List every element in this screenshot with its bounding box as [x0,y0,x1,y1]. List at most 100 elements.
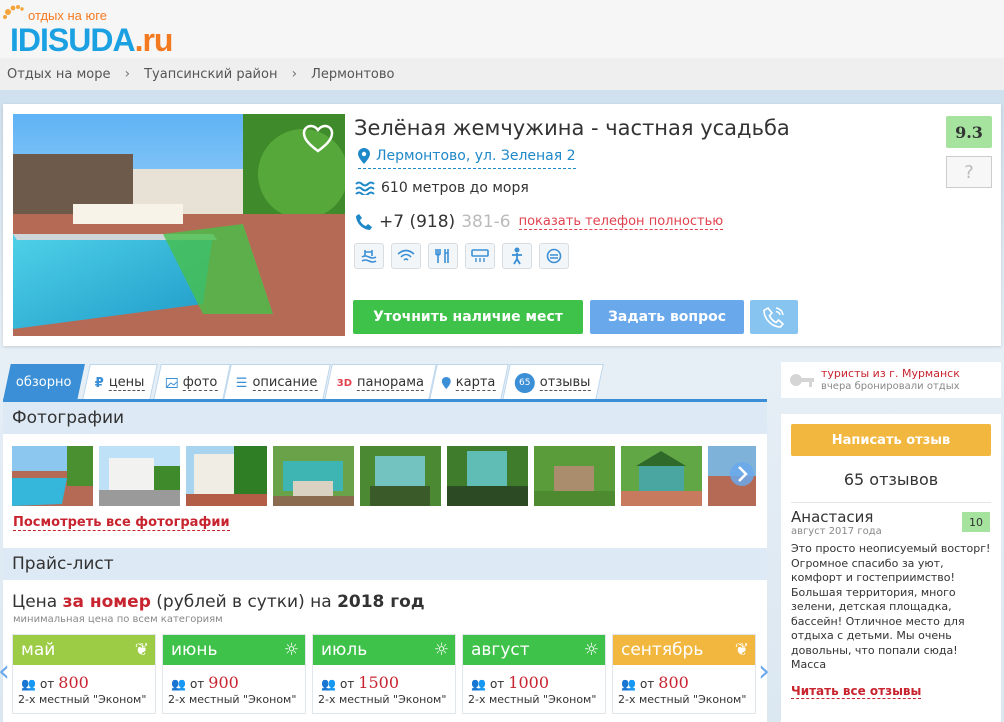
chevron-left-icon[interactable]: ‹ [0,654,10,689]
hotel-address-link[interactable]: Лермонтово, ул. Зеленая 2 [358,148,576,169]
pricelist-heading: Прайс-лист [3,548,767,580]
tab-reviews[interactable]: 65 отзывы [502,364,604,400]
list-icon: ☰ [235,375,248,390]
sun-icon: ☼ [433,640,449,660]
key-icon [790,374,814,387]
chevron-right-icon: › [291,66,298,82]
person-icon: 👥 [21,677,36,691]
photo-thumbnail[interactable] [447,446,528,506]
favorite-heart-icon[interactable] [301,122,335,156]
tab-bar: обзорно ₽ цены фото ☰ описание 3D панорама … [3,364,767,400]
food-icon[interactable] [428,243,458,269]
map-pin-icon [441,376,451,389]
month-card-june[interactable]: июнь ☼ 👥 от 900 2-х местный "Эконом" [162,634,306,714]
review-date: август 2017 года [791,526,882,537]
breadcrumb-item[interactable]: Отдых на море [7,67,111,82]
photos-heading: Фотографии [3,402,767,434]
tab-panorama[interactable]: 3D панорама [324,364,438,400]
photo-thumbnail[interactable] [360,446,441,506]
month-card-september[interactable]: сентябрь ❦ 👥 от 800 2-х местный "Эконом" [612,634,756,714]
person-icon: 👥 [471,677,486,691]
booking-notice: туристы из г. Мурманск вчера бронировали… [781,362,1001,398]
photo-thumbnail[interactable] [708,446,756,506]
reviews-panel: Написать отзыв 65 отзывов Анастасия авгу… [781,414,1001,722]
chevron-right-icon[interactable]: › [758,654,770,689]
map-pin-icon [358,148,370,164]
address-text: Лермонтово, ул. Зеленая 2 [376,148,576,164]
site-logo[interactable]: отдых на юге IDISUDA.ru [3,4,234,58]
transfer-icon[interactable] [539,243,569,269]
phone-call-icon [763,306,785,328]
show-phone-link[interactable]: показать телефон полностью [518,214,724,230]
tab-underline [3,399,767,402]
tab-photos[interactable]: фото [153,364,231,400]
waves-icon [355,181,375,195]
pricelist-title: Цена за номер (рублей в сутки) на 2018 г… [12,592,425,612]
hotel-main-photo[interactable] [13,114,345,336]
person-icon: 👥 [621,677,636,691]
month-card-may[interactable]: май ❦ 👥 от 800 2-х местный "Эконом" [12,634,156,714]
breadcrumb: Отдых на море › Туапсинский район › Лерм… [0,58,1004,90]
month-prices: май ❦ 👥 от 800 2-х местный "Эконом" июнь ☼ 👥… [12,634,756,714]
pricelist-subtitle: минимальная цена по всем категориям [13,614,223,625]
month-card-august[interactable]: август ☼ 👥 от 1000 2-х местный "Эконом" [462,634,606,714]
photo-thumbnail[interactable] [621,446,702,506]
month-card-july[interactable]: июль ☼ 👥 от 1500 2-х местный "Эконом" [312,634,456,714]
wifi-icon[interactable] [391,243,421,269]
photo-thumbnails [12,446,758,506]
sea-distance-text: 610 метров до моря [381,180,529,196]
person-icon: 👥 [171,677,186,691]
phone-icon [356,214,372,230]
rating-badge: 9.3 [946,116,992,148]
phone-number-hidden: 381-6 [461,212,511,232]
chevron-right-icon: › [124,66,131,82]
photo-thumbnail[interactable] [534,446,615,506]
write-review-button[interactable]: Написать отзыв [791,424,991,456]
reviews-count-icon: 65 [514,372,535,393]
unknown-rating-icon: ? [946,156,992,188]
review-text: Это просто неописуемый восторг! Огромное… [791,542,991,671]
photo-thumbnail[interactable] [99,446,180,506]
reviewer-name: Анастасия [791,508,874,526]
review-score-badge: 10 [962,512,990,532]
kids-icon[interactable] [502,243,532,269]
tab-description[interactable]: ☰ описание [223,364,331,400]
sea-distance: 610 метров до моря [355,180,529,196]
logo-tagline: отдых на юге [28,8,107,23]
hotel-card: Зелёная жемчужина - частная усадьба Лерм… [3,104,1001,346]
pool-photo [13,114,345,336]
tab-prices[interactable]: ₽ цены [82,364,158,400]
person-icon: 👥 [321,677,336,691]
notice-line-2: вчера бронировали отдых [821,381,960,392]
sun-icon: ☼ [583,640,599,660]
check-availability-button[interactable]: Уточнить наличие мест [353,300,583,334]
logo-brand: IDISUDA.ru [10,22,173,58]
see-all-photos-link[interactable]: Посмотреть все фотографии [13,515,230,531]
sun-icon: ☼ [283,640,299,660]
breadcrumb-item[interactable]: Туапсинский район [144,67,277,82]
divider [791,502,991,503]
ac-icon[interactable] [465,243,495,269]
phone-row: +7 (918) 381-6 показать телефон полность… [355,212,724,232]
phone-number: +7 (918) [379,212,456,232]
reviews-count: 65 отзывов [843,470,939,489]
ruble-icon: ₽ [94,375,104,390]
tab-map[interactable]: карта [429,364,509,400]
hotel-title: Зелёная жемчужина - частная усадьба [354,116,790,140]
photo-thumbnail[interactable] [273,446,354,506]
pool-icon[interactable] [354,243,384,269]
ask-question-button[interactable]: Задать вопрос [590,300,744,334]
breadcrumb-item[interactable]: Лермонтово [311,67,394,82]
main-content: Фотографии Посмотреть все фотографии Пра… [3,402,767,722]
amenities-list [354,243,569,269]
photo-thumbnail[interactable] [12,446,93,506]
photo-icon [165,377,178,388]
tab-overview[interactable]: обзорно [3,364,85,400]
leaf-icon: ❦ [134,640,149,660]
call-button[interactable] [750,300,798,334]
read-all-reviews-link[interactable]: Читать все отзывы [791,684,922,699]
photo-thumbnail[interactable] [186,446,267,506]
leaf-icon: ❦ [734,640,749,660]
notice-line-1: туристы из г. Мурманск [821,367,960,380]
3d-icon: 3D [336,377,353,388]
